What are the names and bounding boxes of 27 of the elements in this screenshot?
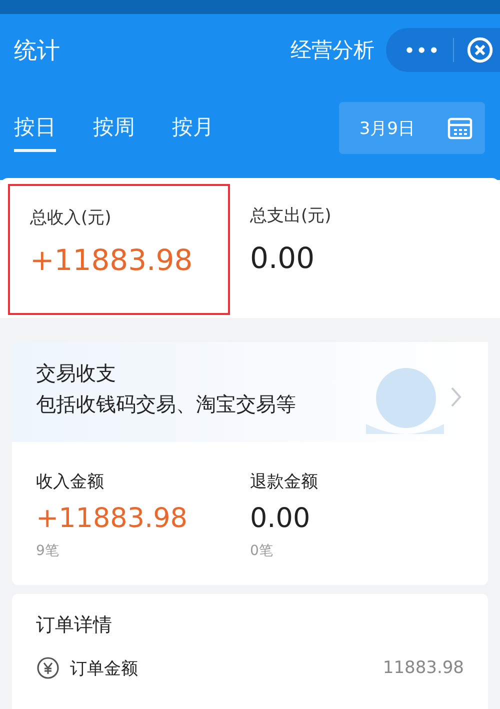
chevron-right-icon xyxy=(450,386,462,408)
close-icon[interactable] xyxy=(466,36,494,64)
stat-count: 0笔 xyxy=(250,542,274,560)
transactions-card[interactable]: 交易收支 包括收钱码交易、淘宝交易等 收入金额 +11883.98 9笔 退款金额 0.00 0笔 xyxy=(12,342,488,585)
stat-label: 收入金额 xyxy=(36,471,105,493)
section-title: 交易收支 xyxy=(36,360,116,387)
more-button[interactable]: ••• xyxy=(404,40,441,60)
section-subtitle: 包括收钱码交易、淘宝交易等 xyxy=(36,391,296,418)
total-label: 总收入(元) xyxy=(30,207,112,229)
total-value: 0.00 xyxy=(250,241,316,275)
calendar-icon[interactable] xyxy=(447,116,473,140)
page-title: 统计 xyxy=(14,36,61,66)
total-label: 总支出(元) xyxy=(250,205,332,227)
period-tab[interactable]: 按月 xyxy=(172,104,214,152)
stat-value: 0.00 xyxy=(250,503,312,534)
period-tab[interactable]: 按周 xyxy=(93,104,135,152)
stat-value: +11883.98 xyxy=(36,503,188,534)
section-title: 订单详情 xyxy=(36,613,113,638)
date-button[interactable]: 3月9日 xyxy=(339,116,435,140)
analysis-link[interactable]: 经营分析 xyxy=(290,36,374,64)
stat-count: 9笔 xyxy=(36,542,60,560)
yuan-icon xyxy=(36,656,60,680)
stat-label: 退款金额 xyxy=(250,471,319,493)
order-label: 订单金额 xyxy=(70,658,138,680)
total-value: +11883.98 xyxy=(30,243,194,277)
period-tab[interactable]: 按日 xyxy=(14,104,56,152)
order-value: 11883.98 xyxy=(382,658,464,678)
